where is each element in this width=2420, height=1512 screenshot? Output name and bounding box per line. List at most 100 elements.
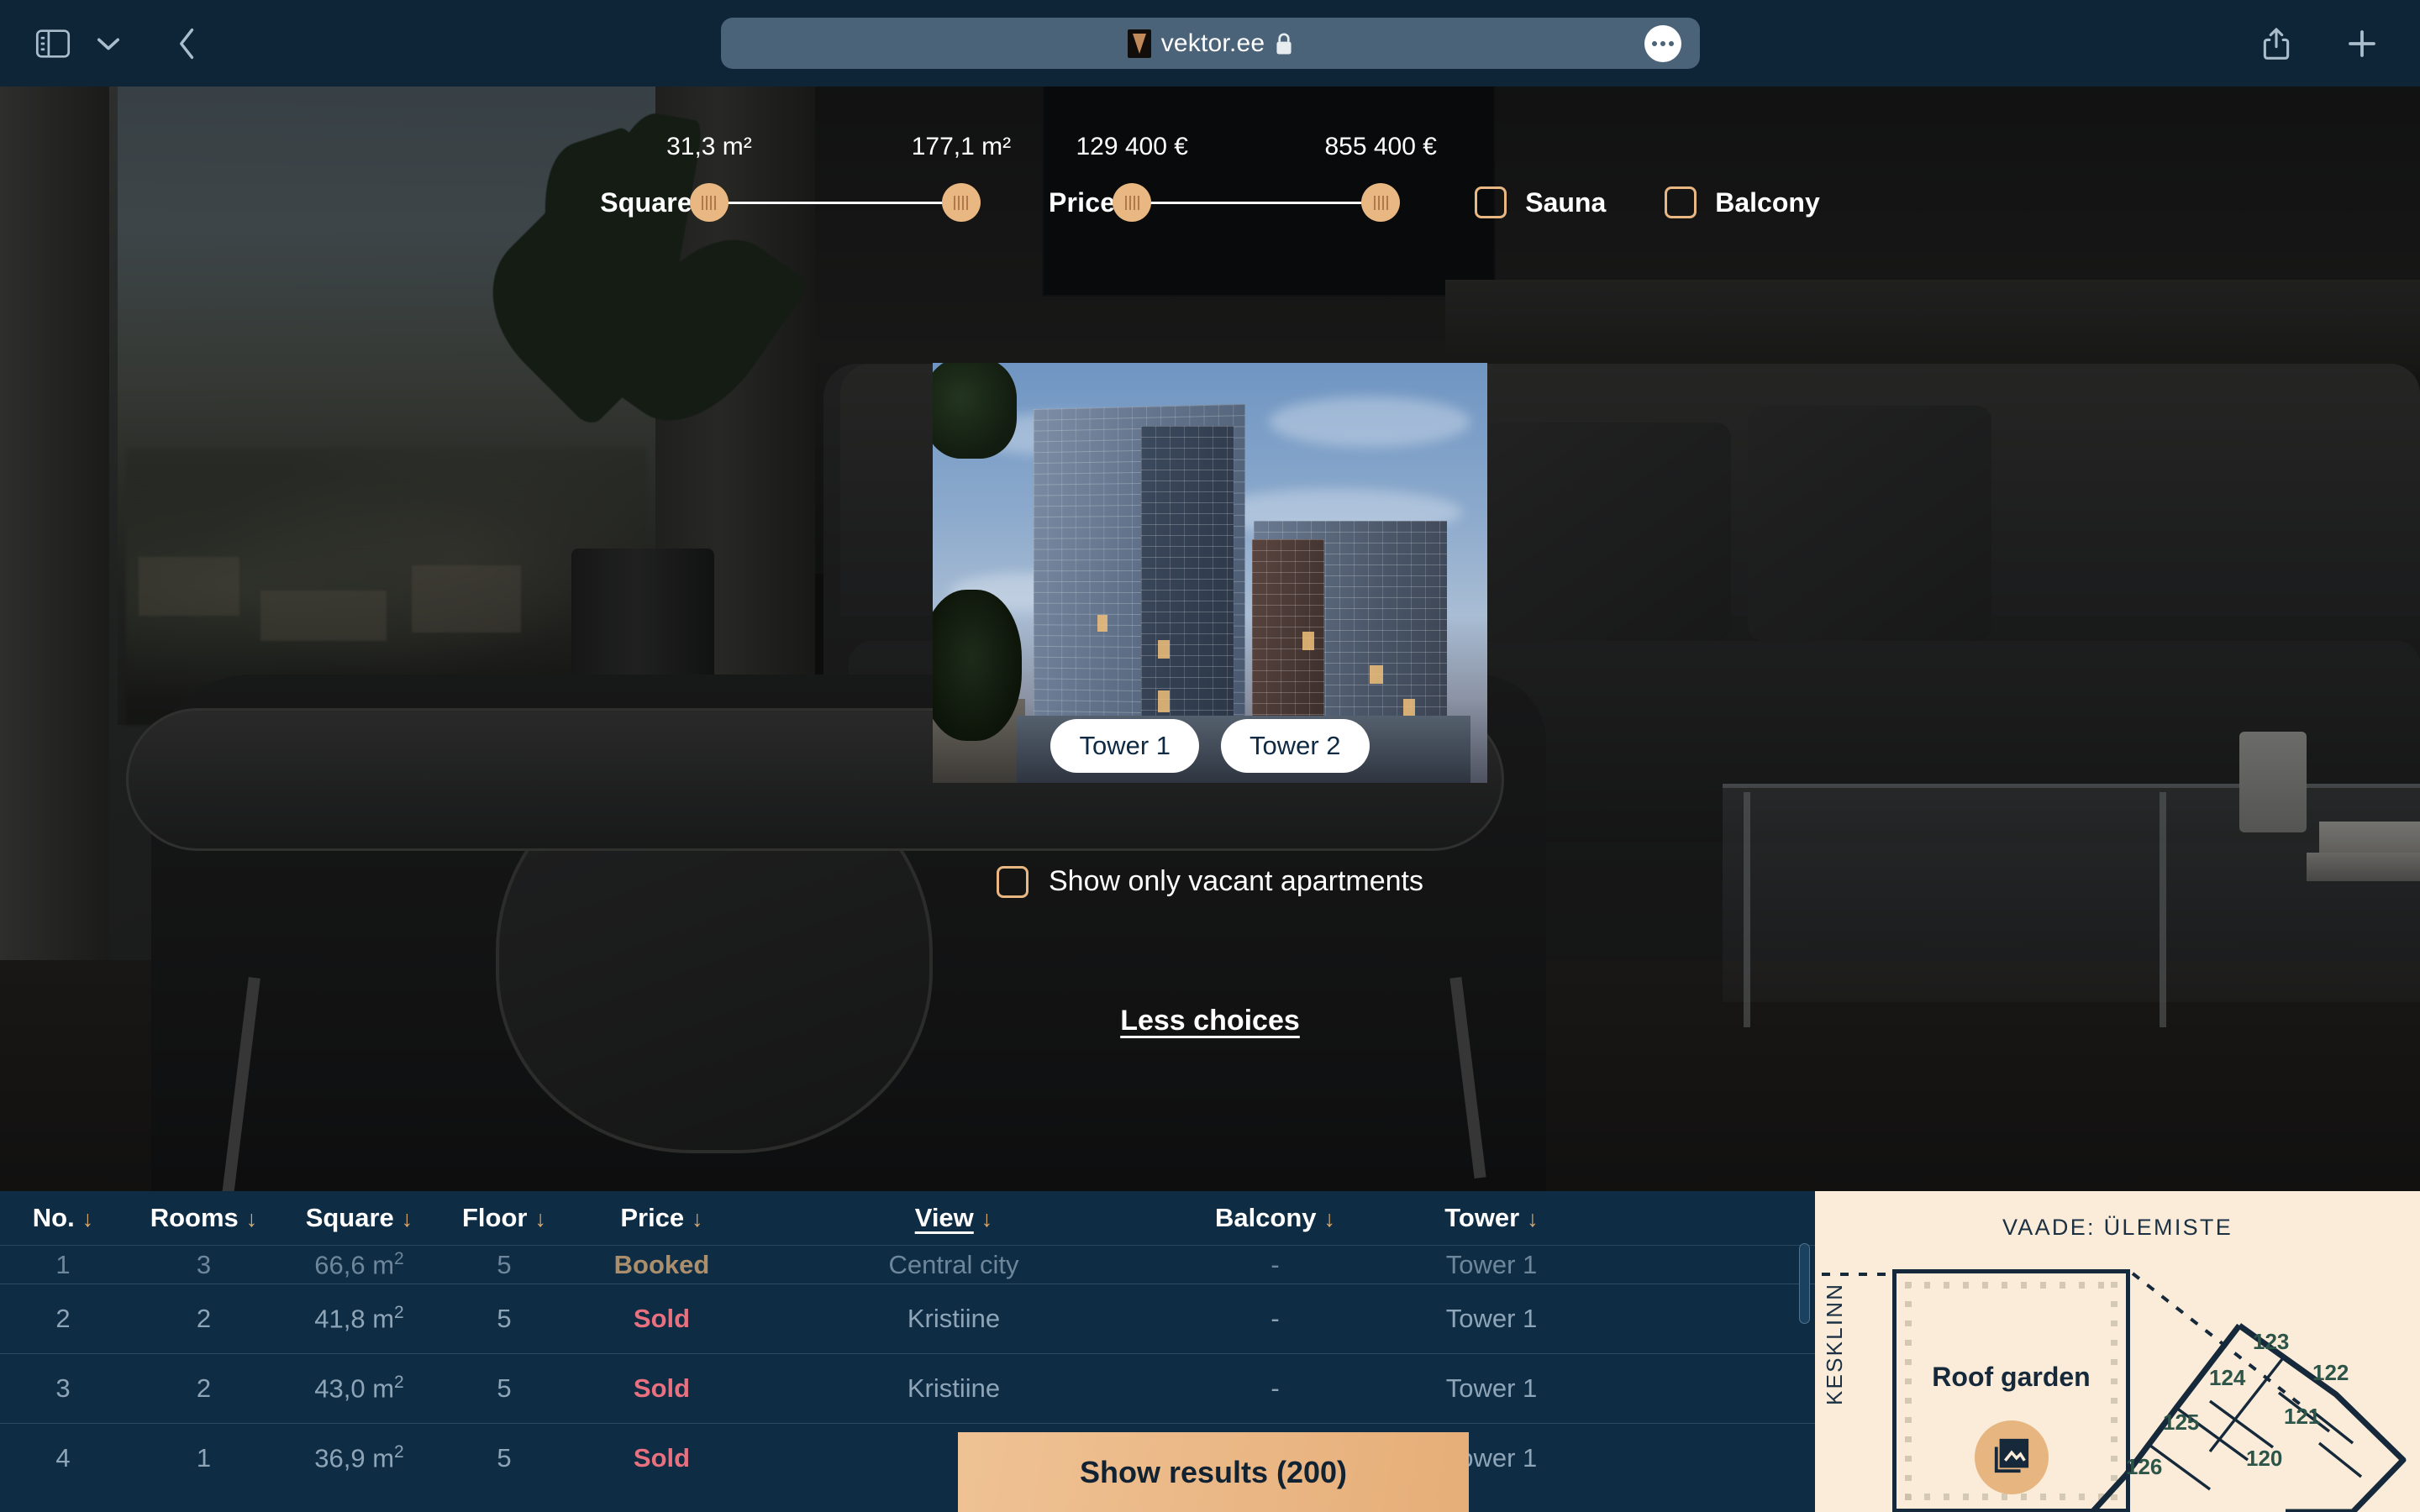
vacant-checkbox[interactable] [996,865,1028,898]
cell-tower: Tower 1 [1445,1249,1538,1279]
cell-rooms: 3 [196,1249,212,1279]
price-slider-max-handle[interactable]: 855 400 € [1324,133,1437,222]
cell-square: 66,6 m2 [314,1248,404,1280]
unit-label-120: 120 [2246,1446,2282,1471]
price-slider[interactable]: 129 400 € 855 400 € [1076,133,1437,222]
tree-decor [933,363,1017,459]
column-header-price[interactable]: Price ↓ [571,1203,752,1233]
tower-2-button[interactable]: Tower 2 [1221,719,1370,773]
square-min-value: 31,3 m² [666,133,752,160]
back-chevron-icon[interactable] [160,16,215,71]
sidebar-icon[interactable] [25,16,81,71]
sort-arrow-icon: ↓ [82,1206,94,1231]
column-header-rooms[interactable]: Rooms ↓ [126,1203,281,1233]
more-ellipsis-icon[interactable] [1644,24,1681,62]
square-filter: Square 31,3 m² 177,1 m² [600,133,1011,222]
less-choices-label: Less choices [1120,1005,1300,1037]
cell-price: Sold [633,1443,691,1473]
unit-label-124: 124 [2209,1365,2246,1390]
chevron-down-icon[interactable] [81,16,136,71]
sauna-checkbox-group[interactable]: Sauna [1475,186,1606,218]
table-row[interactable]: 4 1 36,9 m2 5 Sold - Tower 1 [0,1423,1815,1493]
vacant-filter-row[interactable]: Show only vacant apartments [0,865,2420,898]
cell-no: 3 [55,1373,71,1403]
cell-price: Sold [633,1373,691,1403]
browser-toolbar: vektor.ee [0,0,2420,87]
cell-floor: 5 [497,1249,512,1279]
cell-balcony: - [1270,1304,1280,1333]
cell-view: Kristiine [907,1373,1001,1403]
tower1-render-side [1141,426,1234,762]
cell-square: 43,0 m2 [314,1373,404,1404]
show-results-label: Show results (200) [1079,1454,1348,1489]
cell-square: 41,8 m2 [314,1303,404,1334]
tower-1-button[interactable]: Tower 1 [1050,719,1199,773]
tree-decor-bottom [933,590,1022,741]
sort-arrow-icon: ↓ [245,1206,258,1231]
results-table: No. ↓ Rooms ↓ Square ↓ Floor ↓ Price ↓ View ↓ … [0,1191,1815,1512]
toolbar-left-group [25,16,215,71]
cell-square: 36,9 m2 [314,1442,404,1473]
price-max-value: 855 400 € [1324,133,1437,160]
sauna-checkbox[interactable] [1475,186,1507,218]
unit-label-123: 123 [2253,1329,2289,1354]
floor-plan-units-svg: 123 122 124 121 125 120 126 [2090,1323,2407,1512]
sauna-label: Sauna [1525,186,1607,218]
tower-selector: Tower 1 Tower 2 [933,719,1487,773]
square-slider-min-handle[interactable]: 31,3 m² [666,133,752,222]
square-filter-label: Square [600,186,692,218]
balcony-checkbox-group[interactable]: Balcony [1665,186,1820,218]
column-header-view[interactable]: View ↓ [752,1203,1155,1233]
table-row[interactable]: 2 2 41,8 m2 5 Sold Kristiine - Tower 1 [0,1284,1815,1353]
show-results-button[interactable]: Show results (200) [958,1432,1469,1512]
price-filter-label: Price [1048,186,1116,218]
sort-arrow-icon: ↓ [401,1206,413,1231]
cell-floor: 5 [497,1304,512,1333]
cell-price: Sold [633,1304,691,1333]
column-header-tower[interactable]: Tower ↓ [1395,1203,1588,1233]
cell-tower: Tower 1 [1445,1304,1538,1333]
cell-no: 1 [55,1249,71,1279]
price-filter: Price 129 400 € 855 400 € [1048,133,1437,222]
cell-floor: 5 [497,1443,512,1473]
column-header-floor[interactable]: Floor ↓ [437,1203,571,1233]
sort-arrow-icon: ↓ [692,1206,703,1231]
cell-no: 2 [55,1304,71,1333]
cell-balcony: - [1270,1373,1280,1403]
filter-bar: Square 31,3 m² 177,1 m² Price 129 400 € [0,133,2420,222]
sort-arrow-icon: ↓ [1527,1206,1539,1231]
url-text: vektor.ee [1160,29,1265,57]
column-header-balcony[interactable]: Balcony ↓ [1155,1203,1395,1233]
balcony-checkbox[interactable] [1665,186,1697,218]
unit-label-121: 121 [2284,1404,2320,1429]
less-choices-link[interactable]: Less choices [0,1005,2420,1037]
cell-tower: Tower 1 [1445,1373,1538,1403]
table-row[interactable]: 3 2 43,0 m2 5 Sold Kristiine - Tower 1 [0,1353,1815,1423]
cell-balcony: - [1270,1249,1280,1279]
cell-rooms: 2 [196,1304,212,1333]
share-icon[interactable] [2249,16,2304,71]
address-bar[interactable]: vektor.ee [721,18,1700,69]
floor-plan-panel[interactable]: VAADE: ÜLEMISTE KESKLINN Roof garden 123… [1815,1191,2420,1512]
site-favicon [1127,29,1151,58]
cell-view: Central city [888,1249,1019,1279]
price-min-value: 129 400 € [1076,133,1188,160]
vacant-label: Show only vacant apartments [1048,865,1424,897]
balcony-label: Balcony [1715,186,1820,218]
unit-label-126: 126 [2126,1454,2162,1479]
column-header-no[interactable]: No. ↓ [0,1203,126,1233]
lock-icon [1275,32,1293,55]
table-header-row: No. ↓ Rooms ↓ Square ↓ Floor ↓ Price ↓ View ↓ … [0,1191,1815,1245]
cell-view: Kristiine [907,1304,1001,1333]
square-slider[interactable]: 31,3 m² 177,1 m² [666,133,1011,222]
toolbar-right-group [2249,0,2390,87]
sort-arrow-icon: ↓ [1323,1206,1336,1231]
table-row[interactable]: 1 3 66,6 m2 5 Booked Central city - Towe… [0,1245,1815,1284]
column-header-square[interactable]: Square ↓ [281,1203,437,1233]
table-scrollbar[interactable] [1799,1243,1810,1324]
plus-icon[interactable] [2334,16,2390,71]
square-slider-max-handle[interactable]: 177,1 m² [912,133,1011,222]
cell-no: 4 [55,1443,71,1473]
unit-label-125: 125 [2163,1410,2199,1435]
price-slider-min-handle[interactable]: 129 400 € [1076,133,1188,222]
